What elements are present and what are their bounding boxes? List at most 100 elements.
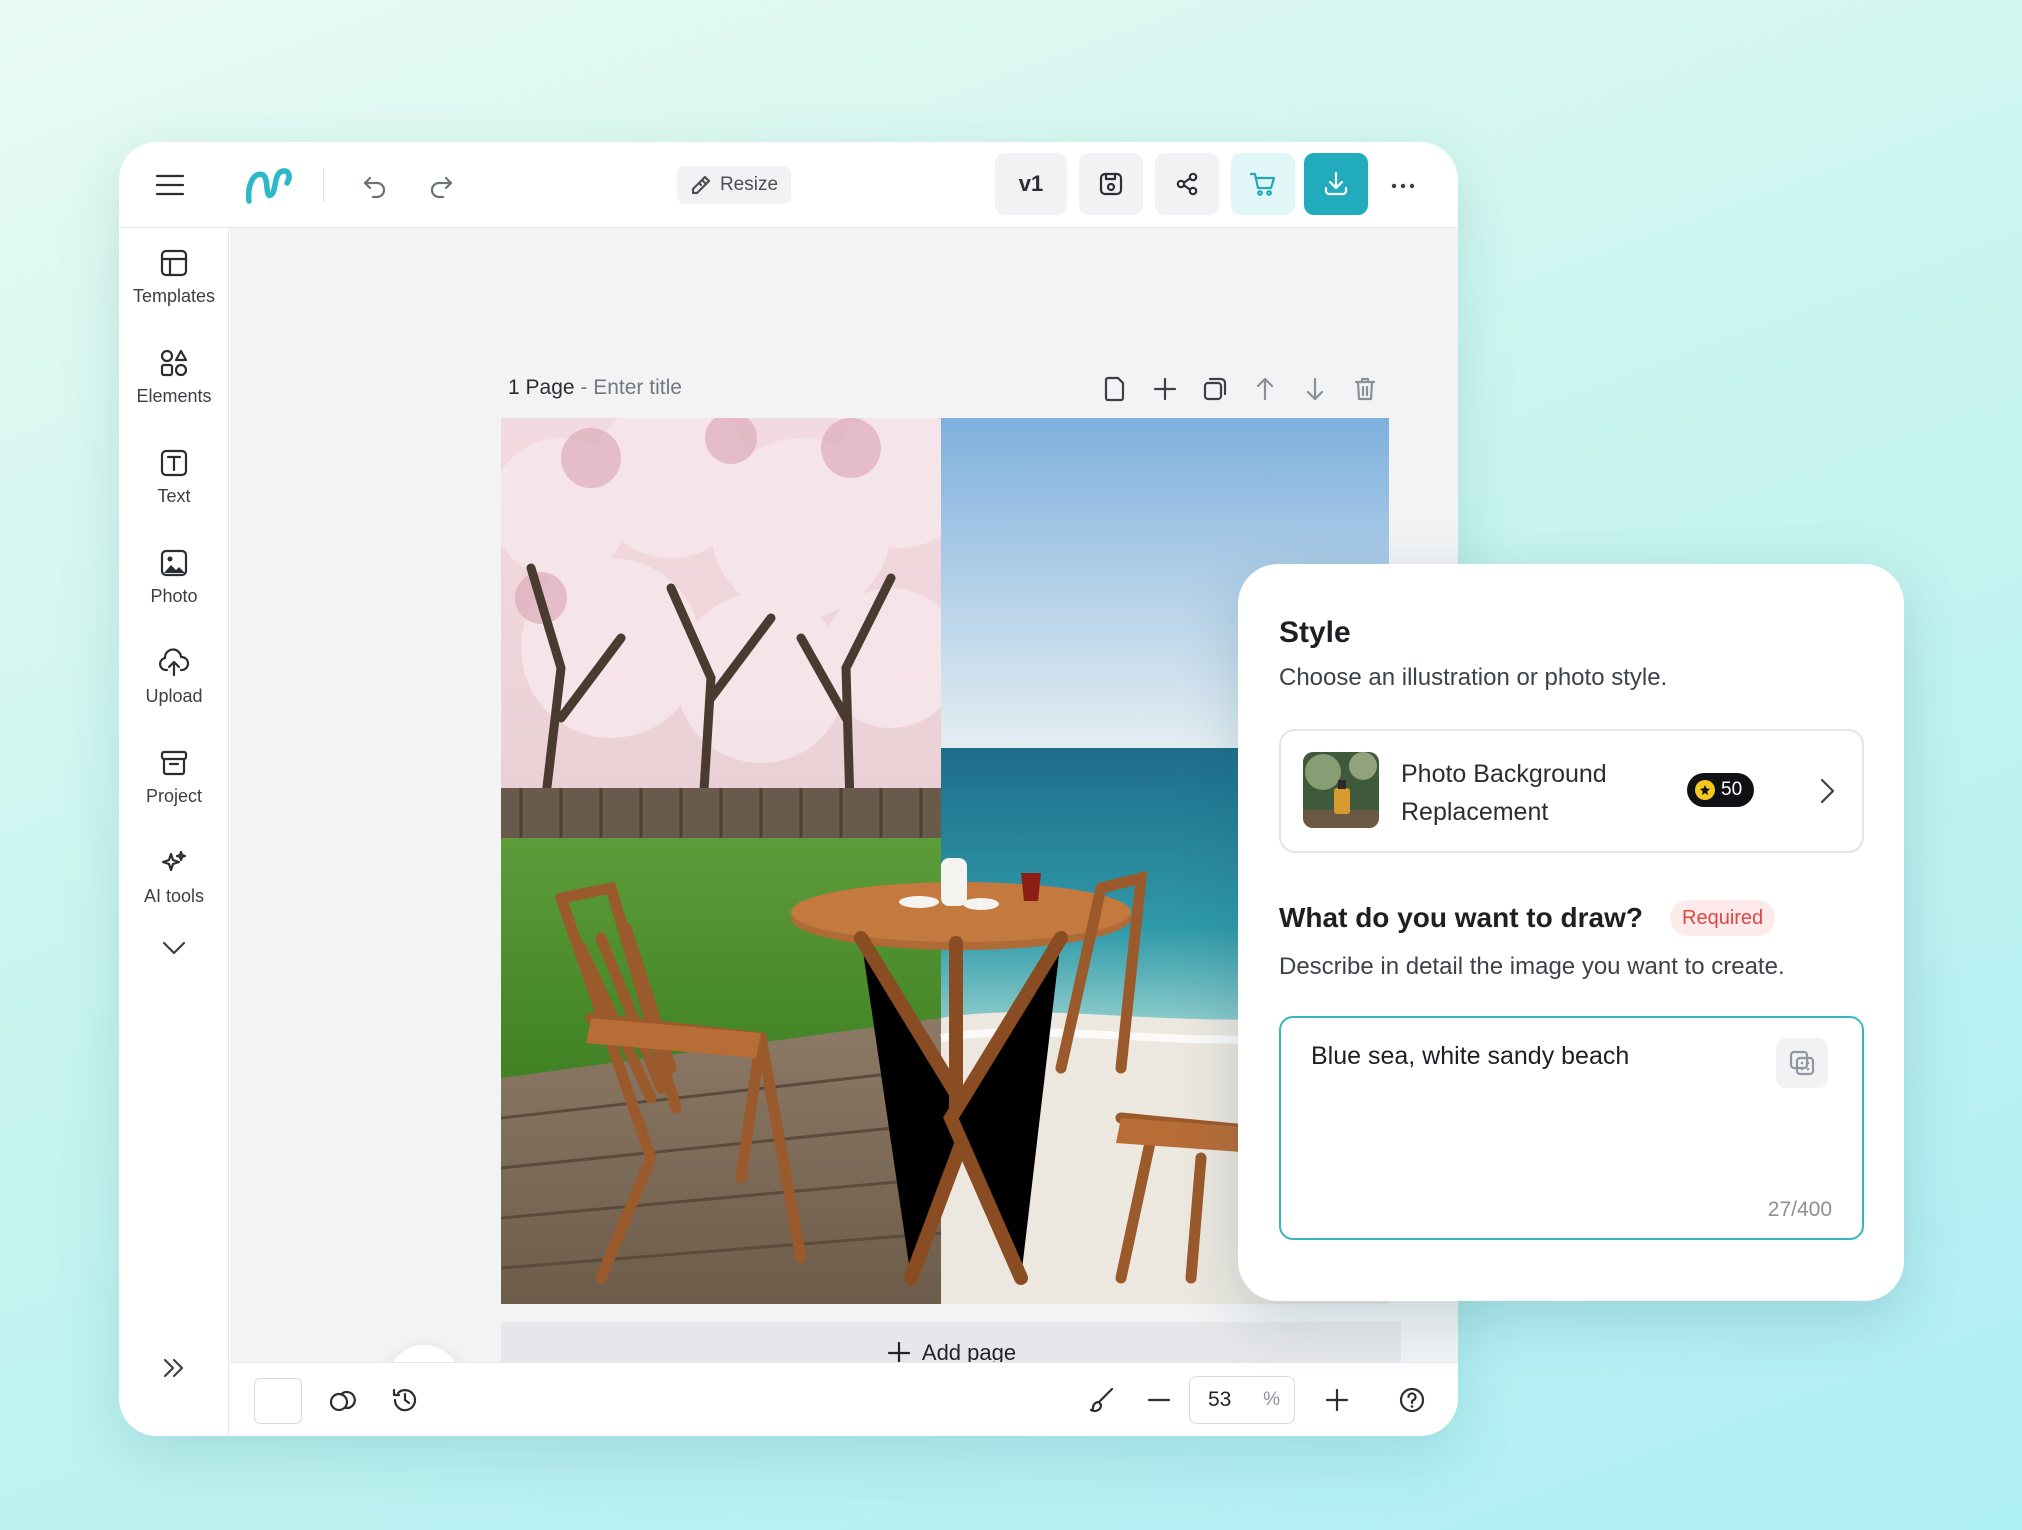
duplicate-page-button[interactable]: [1200, 374, 1230, 404]
style-panel: Style Choose an illustration or photo st…: [1238, 564, 1904, 1301]
version-button[interactable]: v1: [995, 153, 1067, 215]
sidebar-item-templates[interactable]: Templates: [119, 248, 229, 328]
layout-icon: [160, 249, 188, 277]
sidebar-item-label: Templates: [132, 286, 216, 306]
share-icon: [1176, 172, 1198, 196]
page-count: 1 Page: [508, 376, 575, 399]
zoom-out-button[interactable]: [1139, 1380, 1179, 1420]
move-page-up-button[interactable]: [1250, 374, 1280, 404]
blank-page-button[interactable]: [1100, 374, 1130, 404]
sidebar-item-label: AI tools: [143, 886, 205, 906]
sidebar-item-project[interactable]: Project: [119, 748, 229, 828]
archive-icon: [160, 750, 188, 776]
sidebar-item-label: Photo: [150, 586, 198, 606]
cart-button[interactable]: [1231, 153, 1295, 215]
expand-sidebar-button[interactable]: [154, 1348, 194, 1388]
background-color-swatch[interactable]: [254, 1378, 302, 1424]
brush-icon: [1089, 1387, 1114, 1413]
page-header: 1 Page - Enter title: [508, 376, 682, 400]
version-label: v1: [1018, 171, 1044, 196]
prompt-value: Blue sea, white sandy beach: [1311, 1042, 1630, 1070]
credit-cost-badge: 50: [1687, 773, 1755, 807]
share-button[interactable]: [1155, 153, 1219, 215]
coin-icon: [1695, 780, 1715, 800]
page-tools: [1100, 374, 1380, 404]
hamburger-icon: [155, 174, 185, 196]
sidebar-item-ai-tools[interactable]: AI tools: [119, 848, 229, 928]
brush-tool-button[interactable]: [1082, 1380, 1122, 1420]
sidebar-item-photo[interactable]: Photo: [119, 548, 229, 628]
character-counter: 27/400: [1767, 1198, 1832, 1221]
required-badge: Required: [1670, 900, 1776, 936]
sidebar-item-label: Elements: [136, 386, 212, 406]
chevrons-right-icon: [163, 1358, 184, 1378]
add-page-tool-button[interactable]: [1150, 374, 1180, 404]
download-icon: [1324, 171, 1348, 196]
chevron-right-icon: [1809, 773, 1845, 809]
move-page-down-button[interactable]: [1300, 374, 1330, 404]
help-icon: [1399, 1387, 1425, 1413]
trash-icon: [1354, 377, 1376, 401]
zoom-input[interactable]: 53 %: [1189, 1376, 1295, 1424]
sidebar-item-label: Upload: [145, 686, 203, 706]
sidebar-more-button[interactable]: [154, 928, 194, 968]
cloud-upload-icon: [159, 648, 190, 677]
arrow-up-icon: [1256, 377, 1274, 401]
save-button[interactable]: [1079, 153, 1143, 215]
sidebar-item-elements[interactable]: Elements: [119, 348, 229, 428]
shapes-overlap-icon: [329, 1390, 356, 1412]
style-selector[interactable]: Photo Background Replacement 50: [1279, 729, 1864, 853]
redo-button[interactable]: [421, 166, 461, 206]
left-sidebar: Templates Elements Text Photo Upload Pro…: [119, 228, 229, 1436]
toolbar-divider: [323, 168, 324, 202]
style-description: Choose an illustration or photo style.: [1279, 664, 1668, 691]
pencil-ruler-icon: [691, 175, 711, 195]
more-horizontal-icon: [1391, 183, 1415, 189]
copy-icon: [1203, 377, 1227, 401]
zoom-value: 53: [1208, 1388, 1232, 1411]
cart-icon: [1249, 172, 1276, 196]
perfume-bottle-image: [1303, 752, 1379, 828]
prompt-textarea[interactable]: Blue sea, white sandy beach 27/400: [1279, 1016, 1864, 1240]
delete-page-button[interactable]: [1350, 374, 1380, 404]
chevron-down-icon: [162, 941, 186, 955]
plus-icon: [1325, 1388, 1349, 1412]
sparkles-icon: [161, 850, 187, 872]
app-logo[interactable]: [243, 162, 295, 208]
more-options-button[interactable]: [1381, 166, 1425, 206]
text-icon: [160, 449, 188, 477]
top-toolbar: Resize v1: [119, 142, 1458, 228]
history-button[interactable]: [385, 1380, 425, 1420]
sidebar-item-upload[interactable]: Upload: [119, 648, 229, 728]
plus-icon: [1153, 377, 1177, 401]
zoom-in-button[interactable]: [1317, 1380, 1357, 1420]
bottom-toolbar: 53 %: [230, 1362, 1458, 1436]
undo-icon: [363, 176, 386, 199]
draw-title: What do you want to draw?: [1279, 902, 1643, 933]
page-separator: -: [574, 376, 594, 399]
style-title: Style: [1279, 616, 1351, 649]
sidebar-item-text[interactable]: Text: [119, 448, 229, 528]
download-button[interactable]: [1304, 153, 1368, 215]
menu-button[interactable]: [149, 164, 191, 206]
resize-button[interactable]: Resize: [677, 166, 791, 204]
logo-icon: [245, 168, 292, 204]
zoom-unit: %: [1263, 1389, 1280, 1410]
credit-cost: 50: [1721, 779, 1743, 800]
sidebar-item-label: Text: [157, 486, 191, 506]
redo-icon: [430, 176, 453, 199]
minus-icon: [1147, 1398, 1171, 1402]
style-name: Photo Background Replacement: [1401, 760, 1607, 826]
page-title-input[interactable]: Enter title: [593, 376, 682, 399]
history-icon: [392, 1388, 417, 1412]
resize-label: Resize: [719, 174, 779, 195]
help-button[interactable]: [1392, 1380, 1432, 1420]
random-prompt-button[interactable]: [1776, 1038, 1828, 1088]
dice-icon: [1789, 1050, 1815, 1076]
draw-description: Describe in detail the image you want to…: [1279, 953, 1785, 980]
undo-button[interactable]: [355, 166, 395, 206]
arrow-down-icon: [1306, 377, 1324, 401]
style-thumbnail: [1303, 752, 1379, 828]
save-icon: [1099, 172, 1123, 196]
layers-button[interactable]: [322, 1380, 362, 1420]
